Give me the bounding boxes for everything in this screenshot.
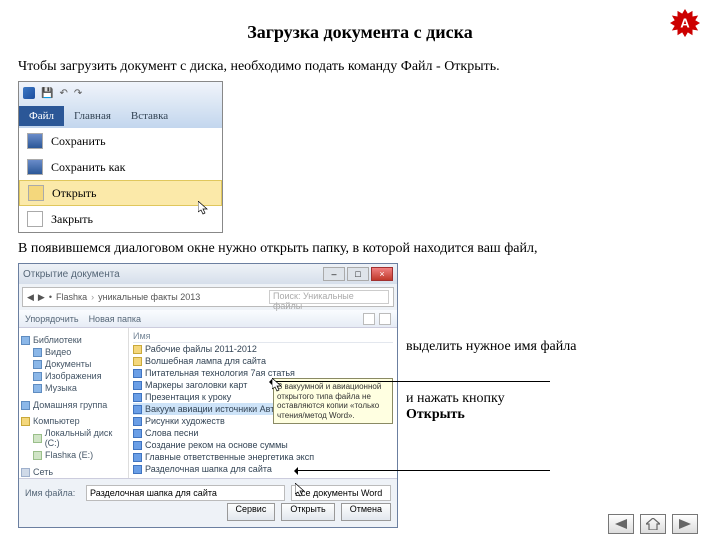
arrow-open — [295, 470, 550, 471]
file-row[interactable]: Создание реком на основе суммы — [133, 439, 393, 451]
dialog-toolbar: Упорядочить Новая папка — [19, 310, 397, 328]
newfolder-button[interactable]: Новая папка — [89, 314, 141, 324]
drive-icon — [33, 451, 42, 460]
mouse-cursor-3 — [295, 483, 305, 497]
menu-saveas[interactable]: Сохранить как — [19, 154, 222, 180]
homegroup-icon — [21, 401, 30, 410]
back-icon[interactable]: ◀ — [27, 292, 34, 303]
qat-undo-icon[interactable]: ↶ — [59, 88, 67, 99]
nav-item[interactable]: Изображения — [33, 370, 126, 382]
doc-icon — [133, 465, 142, 474]
view-icon[interactable] — [363, 313, 375, 325]
folder-icon — [133, 345, 142, 354]
saveas-icon — [27, 159, 43, 175]
badge-icon: А — [670, 8, 700, 38]
menu-close[interactable]: Закрыть — [19, 206, 222, 232]
doc-icon — [133, 453, 142, 462]
maximize-button[interactable]: □ — [347, 267, 369, 281]
fwd-icon[interactable]: ▶ — [38, 292, 45, 303]
nav-item[interactable]: Flashка (E:) — [33, 449, 126, 461]
cancel-button[interactable]: Отмена — [341, 503, 391, 521]
folder-icon — [33, 384, 42, 393]
menu-save[interactable]: Сохранить — [19, 128, 222, 154]
annotation-press: и нажать кнопкуОткрыть — [406, 391, 576, 423]
intro-text: Чтобы загрузить документ с диска, необхо… — [18, 59, 702, 75]
folder-icon — [133, 357, 142, 366]
doc-icon — [133, 381, 142, 390]
filename-input[interactable]: Разделочная шапка для сайта — [86, 485, 285, 501]
file-row[interactable]: Разделочная шапка для сайта — [133, 463, 393, 475]
file-list: Имя Рабочие файлы 2011-2012Волшебная лам… — [129, 328, 397, 478]
doc-icon — [133, 441, 142, 450]
file-row[interactable]: Волшебная лампа для сайта — [133, 355, 393, 367]
search-input[interactable]: Поиск: Уникальные файлы — [269, 290, 389, 304]
menu-open[interactable]: Открыть — [19, 180, 222, 206]
doc-icon — [133, 393, 142, 402]
page-title: Загрузка документа с диска — [18, 22, 702, 43]
network-icon — [21, 468, 30, 477]
close-icon — [27, 211, 43, 227]
svg-text:А: А — [680, 16, 690, 31]
word-file-menu: 💾 ↶ ↷ Файл Главная Вставка Сохранить Сох… — [18, 81, 223, 233]
library-icon — [21, 336, 30, 345]
nav-pane: Библиотеки ВидеоДокументыИзображенияМузы… — [19, 328, 129, 478]
tab-file[interactable]: Файл — [19, 106, 64, 126]
file-row[interactable]: Слова песни — [133, 427, 393, 439]
computer-icon — [21, 417, 30, 426]
mouse-cursor-2 — [272, 378, 282, 392]
file-menu-list: Сохранить Сохранить как Открыть Закрыть — [19, 128, 222, 232]
prev-button[interactable] — [608, 514, 634, 534]
tools-button[interactable]: Сервис — [227, 503, 276, 521]
open-button[interactable]: Открыть — [281, 503, 334, 521]
doc-icon — [133, 369, 142, 378]
close-button[interactable]: × — [371, 267, 393, 281]
address-bar[interactable]: ◀ ▶ • Flashка › уникальные факты 2013 По… — [22, 287, 394, 307]
tooltip: В вакуумной и авиационной открытого типа… — [273, 378, 393, 424]
file-row[interactable]: Рабочие файлы 2011-2012 — [133, 343, 393, 355]
body-text-2: В появившемся диалоговом окне нужно откр… — [18, 241, 702, 257]
filename-label: Имя файла: — [25, 488, 80, 498]
nav-homegroup[interactable]: Домашняя группа — [21, 400, 126, 410]
doc-icon — [133, 417, 142, 426]
annotations-block: выделить нужное имя файла и нажать кнопк… — [398, 263, 576, 459]
nav-item[interactable]: Видео — [33, 346, 126, 358]
folder-icon — [33, 360, 42, 369]
nav-item[interactable]: Музыка — [33, 382, 126, 394]
folder-icon — [33, 348, 42, 357]
minimize-button[interactable]: – — [323, 267, 345, 281]
doc-icon — [133, 429, 142, 438]
annotation-select: выделить нужное имя файла — [406, 339, 576, 355]
nav-item[interactable]: Локальный диск (C:) — [33, 427, 126, 449]
app-icon — [23, 87, 35, 99]
qat-redo-icon[interactable]: ↷ — [74, 88, 82, 99]
nav-computer[interactable]: Компьютер — [21, 416, 126, 426]
open-icon — [28, 185, 44, 201]
filter-dropdown[interactable]: Все документы Word — [291, 485, 391, 501]
open-dialog: Открытие документа – □ × ◀ ▶ • Flashка ›… — [18, 263, 398, 528]
file-row[interactable]: Главные ответственные энергетика эксп — [133, 451, 393, 463]
qat-save-icon[interactable]: 💾 — [41, 88, 53, 99]
arrow-select — [270, 381, 550, 382]
drive-icon — [33, 434, 42, 443]
nav-network[interactable]: Сеть — [21, 467, 126, 477]
dialog-title: Открытие документа — [23, 269, 323, 280]
tab-insert[interactable]: Вставка — [121, 106, 178, 126]
next-button[interactable] — [672, 514, 698, 534]
help-icon[interactable] — [379, 313, 391, 325]
ribbon-tabs: Файл Главная Вставка — [19, 104, 222, 128]
tab-home[interactable]: Главная — [64, 106, 121, 126]
col-header-name[interactable]: Имя — [133, 330, 393, 343]
nav-item[interactable]: Документы — [33, 358, 126, 370]
nav-libraries[interactable]: Библиотеки — [21, 335, 126, 345]
quick-access-toolbar: 💾 ↶ ↷ — [19, 82, 222, 104]
slide-nav — [608, 514, 698, 534]
dialog-footer: Имя файла: Разделочная шапка для сайта В… — [19, 478, 397, 527]
doc-icon — [133, 405, 142, 414]
mouse-cursor — [198, 201, 208, 215]
save-icon — [27, 133, 43, 149]
organize-button[interactable]: Упорядочить — [25, 314, 79, 324]
dialog-titlebar: Открытие документа – □ × — [19, 264, 397, 284]
home-button[interactable] — [640, 514, 666, 534]
folder-icon — [33, 372, 42, 381]
